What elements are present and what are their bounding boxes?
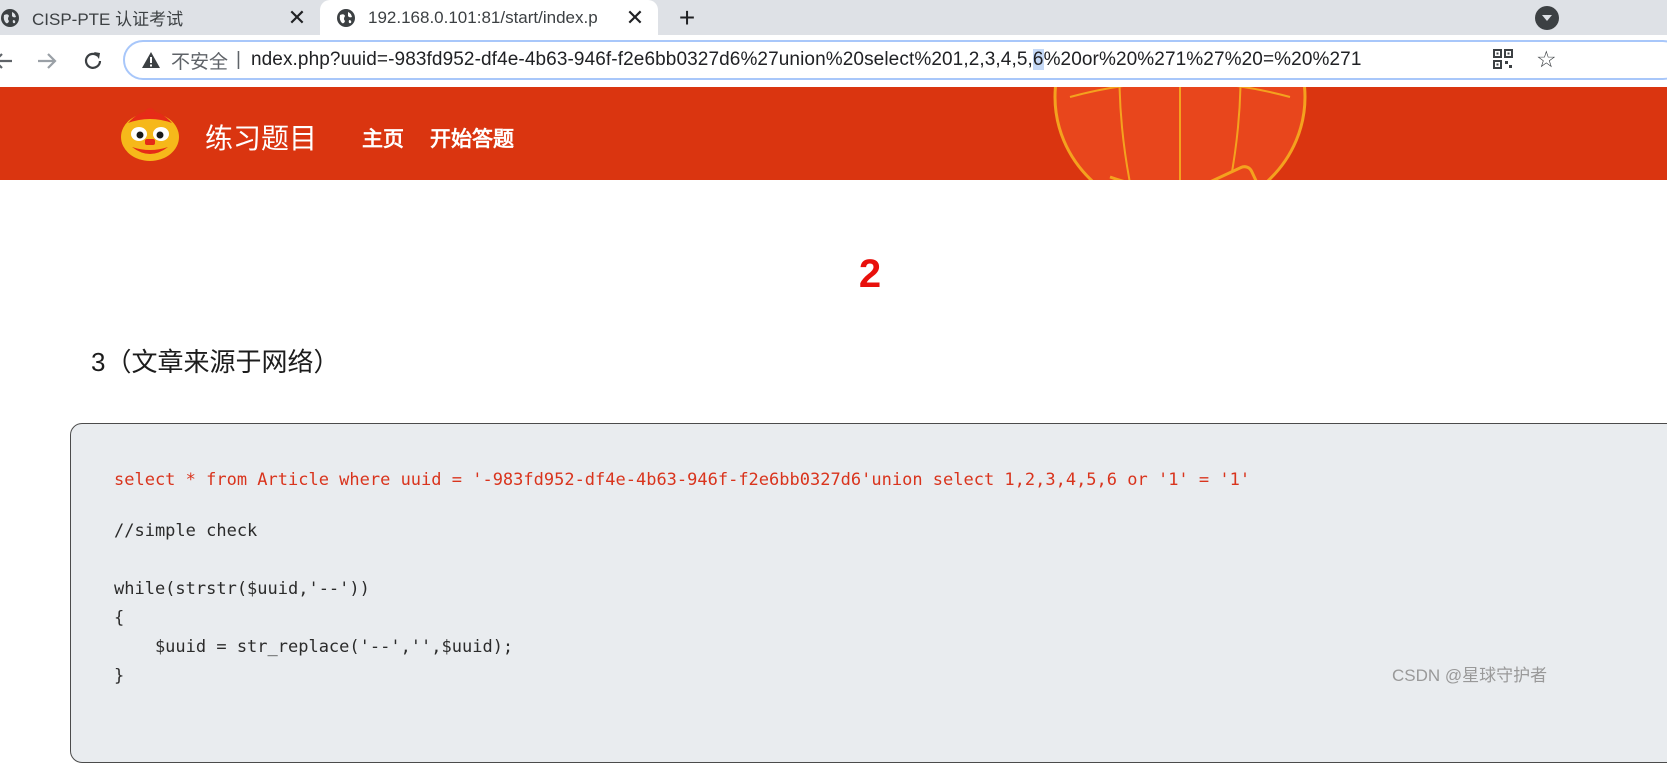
star-icon[interactable]: ☆ [1536,47,1557,71]
tab-strip: CISP-PTE 认证考试 ✕ 192.168.0.101:81/start/i… [0,0,1667,35]
lion-logo-icon[interactable] [118,103,182,163]
watermark: CSDN @星球守护者 [1392,666,1548,685]
code-line: $uuid = str_replace('--','',$uuid); [114,637,514,657]
article-title: 3（文章来源于网络） [91,347,340,377]
close-icon[interactable]: ✕ [282,5,312,31]
site-header: 练习题目 主页 开始答题 [0,87,1667,180]
site-brand[interactable]: 练习题目 [205,117,317,157]
lantern-decoration [1053,87,1307,180]
sql-query-line: select * from Article where uuid = '-983… [114,470,1251,490]
code-line: //simple check [114,521,258,541]
close-icon[interactable]: ✕ [620,5,650,31]
back-arrow-icon[interactable] [0,46,18,76]
browser-toolbar: 不安全 | ndex.php?uuid=-983fd952-df4e-4b63-… [0,35,1667,87]
separator: | [236,49,241,70]
tab-cisp-pte[interactable]: CISP-PTE 认证考试 ✕ [0,0,320,35]
globe-icon [1,8,19,27]
plus-icon[interactable]: + [672,0,702,35]
warning-icon[interactable] [141,50,161,70]
globe-icon [337,8,355,27]
tab-title: CISP-PTE 认证考试 [32,10,184,29]
qr-code-icon[interactable] [1492,48,1514,70]
code-line: { [114,608,125,628]
reload-icon[interactable] [78,46,108,76]
tab-title: 192.168.0.101:81/start/index.p [368,7,598,27]
address-bar[interactable]: 不安全 | ndex.php?uuid=-983fd952-df4e-4b63-… [123,40,1667,80]
tab-index[interactable]: 192.168.0.101:81/start/index.p ✕ [320,0,658,35]
nav-start-quiz[interactable]: 开始答题 [430,123,514,153]
result-number: 2 [858,252,882,296]
nav-home[interactable]: 主页 [362,123,404,153]
url-selection: 6 [1032,49,1044,70]
url-text[interactable]: ndex.php?uuid=-983fd952-df4e-4b63-946f-f… [251,49,1362,71]
security-label[interactable]: 不安全 [171,47,228,74]
code-line: } [114,666,125,686]
forward-arrow-icon[interactable] [32,46,62,76]
tab-search-icon[interactable] [1535,6,1559,30]
code-line: while(strstr($uuid,'--')) [114,579,370,599]
